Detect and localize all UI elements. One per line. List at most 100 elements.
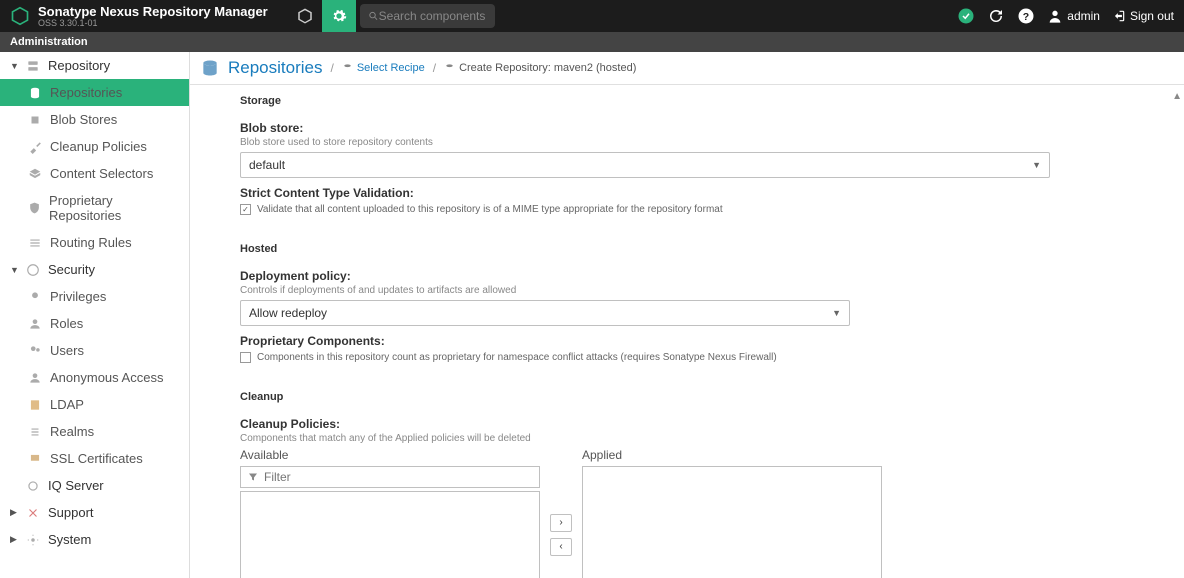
database-icon: [200, 58, 220, 78]
book-icon: [28, 398, 42, 412]
deployment-policy-select[interactable]: Allow redeploy▼: [240, 300, 850, 326]
applied-header: Applied: [582, 448, 882, 462]
filter-input[interactable]: [264, 470, 533, 484]
sidebar-item-privileges[interactable]: Privileges: [0, 283, 189, 310]
sidebar-item-ldap[interactable]: LDAP: [0, 391, 189, 418]
sidebar-item-repositories[interactable]: Repositories: [0, 79, 189, 106]
sidebar-group-repository[interactable]: ▼ Repository: [0, 52, 189, 79]
sliders-icon: [28, 236, 42, 250]
proprietary-label: Proprietary Components:: [240, 334, 1134, 348]
chevron-down-icon: ▼: [832, 308, 841, 318]
sidebar-item-cleanup-policies[interactable]: Cleanup Policies: [0, 133, 189, 160]
section-hosted: Hosted: [240, 233, 1134, 261]
app-header: Sonatype Nexus Repository Manager OSS 3.…: [0, 0, 1184, 32]
section-cleanup: Cleanup: [240, 381, 1134, 409]
svg-text:?: ?: [1023, 11, 1029, 23]
database-icon: [28, 86, 42, 100]
blob-store-hint: Blob store used to store repository cont…: [240, 137, 1134, 148]
sidebar-item-anonymous[interactable]: Anonymous Access: [0, 364, 189, 391]
nexus-logo-icon: [10, 6, 30, 26]
applied-column: Applied: [582, 448, 882, 578]
caret-right-icon: ▶: [10, 507, 18, 518]
sidebar-group-system[interactable]: ▶System: [0, 526, 189, 553]
brand-version: OSS 3.30.1-01: [38, 19, 268, 28]
admin-button[interactable]: [322, 0, 356, 32]
sidebar-item-users[interactable]: Users: [0, 337, 189, 364]
available-header: Available: [240, 448, 540, 462]
layers-icon: [28, 167, 42, 181]
close-icon: [26, 506, 40, 520]
strict-validation-label: Strict Content Type Validation:: [240, 186, 1134, 200]
breadcrumb: Repositories / Select Recipe / Create Re…: [190, 52, 1184, 85]
sidebar-item-routing-rules[interactable]: Routing Rules: [0, 229, 189, 256]
list-icon: [28, 425, 42, 439]
breadcrumb-title[interactable]: Repositories: [228, 58, 323, 78]
filter-icon: [247, 471, 259, 483]
available-list[interactable]: [240, 491, 540, 578]
proprietary-hint: Components in this repository count as p…: [257, 352, 777, 363]
available-column: Available: [240, 448, 540, 578]
admin-title: Administration: [0, 32, 1184, 52]
caret-down-icon: ▼: [10, 265, 18, 275]
iq-icon: [26, 479, 40, 493]
brand-block: Sonatype Nexus Repository Manager OSS 3.…: [38, 5, 268, 28]
main-panel: Repositories / Select Recipe / Create Re…: [190, 52, 1184, 578]
caret-down-icon: ▼: [10, 61, 18, 71]
proprietary-checkbox[interactable]: [240, 352, 251, 363]
certificate-icon: [28, 452, 42, 466]
server-icon: [26, 59, 40, 73]
user-menu[interactable]: admin: [1047, 8, 1100, 24]
sidebar-item-ssl[interactable]: SSL Certificates: [0, 445, 189, 472]
search-input[interactable]: [379, 9, 487, 23]
available-filter[interactable]: [240, 466, 540, 488]
breadcrumb-select-recipe[interactable]: Select Recipe: [342, 62, 425, 74]
gear-icon: [26, 533, 40, 547]
brush-icon: [28, 140, 42, 154]
sidebar-item-content-selectors[interactable]: Content Selectors: [0, 160, 189, 187]
deployment-policy-label: Deployment policy:: [240, 269, 1134, 283]
cleanup-policies-hint: Components that match any of the Applied…: [240, 433, 1134, 444]
sidebar-group-support[interactable]: ▶Support: [0, 499, 189, 526]
sidebar-label: Repository: [48, 58, 110, 73]
database-small-icon: [444, 63, 455, 74]
browse-button[interactable]: [288, 0, 322, 32]
section-storage: Storage: [240, 85, 1134, 113]
brand-title: Sonatype Nexus Repository Manager: [38, 5, 268, 18]
gear-icon: [331, 8, 347, 24]
help-icon[interactable]: ?: [1017, 7, 1035, 25]
blob-store-select[interactable]: default▼: [240, 152, 1050, 178]
scroll-up-icon[interactable]: ▲: [1172, 91, 1182, 102]
chevron-down-icon: ▼: [1032, 160, 1041, 170]
cube-icon: [296, 7, 314, 25]
person-icon: [28, 371, 42, 385]
applied-list[interactable]: [582, 466, 882, 578]
cubes-icon: [28, 113, 42, 127]
strict-validation-checkbox[interactable]: [240, 204, 251, 215]
strict-validation-hint: Validate that all content uploaded to th…: [257, 204, 723, 215]
signout-button[interactable]: Sign out: [1112, 9, 1174, 23]
sidebar-group-security[interactable]: ▼Security: [0, 256, 189, 283]
deployment-policy-hint: Controls if deployments of and updates t…: [240, 285, 1134, 296]
status-ok-icon[interactable]: [957, 7, 975, 25]
search-icon: [368, 10, 379, 22]
database-small-icon: [342, 63, 353, 74]
breadcrumb-current: Create Repository: maven2 (hosted): [444, 62, 636, 74]
user-icon: [1047, 8, 1063, 24]
user-icon: [28, 317, 42, 331]
caret-right-icon: ▶: [10, 534, 18, 545]
sidebar-item-roles[interactable]: Roles: [0, 310, 189, 337]
shield-icon: [28, 201, 41, 215]
refresh-icon[interactable]: [987, 7, 1005, 25]
sidebar-item-realms[interactable]: Realms: [0, 418, 189, 445]
sidebar-item-iq-server[interactable]: IQ Server: [0, 472, 189, 499]
globe-icon: [26, 263, 40, 277]
sidebar-item-proprietary[interactable]: Proprietary Repositories: [0, 187, 189, 229]
move-left-button[interactable]: ‹: [550, 538, 572, 556]
move-right-button[interactable]: ›: [550, 514, 572, 532]
sidebar: ▼ Repository Repositories Blob Stores Cle…: [0, 52, 190, 578]
search-box[interactable]: [360, 4, 495, 28]
form-content: ▲ Storage Blob store: Blob store used to…: [190, 85, 1184, 578]
signout-icon: [1112, 9, 1126, 23]
sidebar-item-blob-stores[interactable]: Blob Stores: [0, 106, 189, 133]
users-icon: [28, 344, 42, 358]
